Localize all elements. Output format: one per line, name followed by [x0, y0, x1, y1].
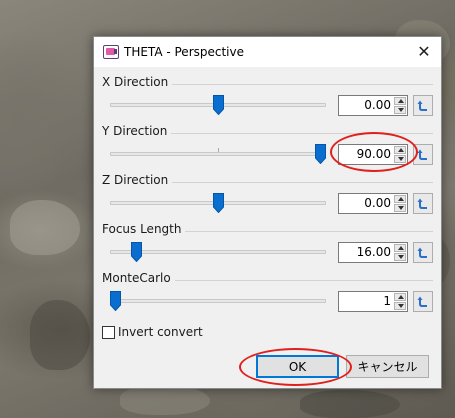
- invert-convert-option[interactable]: Invert convert: [102, 324, 203, 340]
- reset-button[interactable]: [413, 291, 433, 312]
- background-rock: [120, 385, 210, 415]
- spin-up-icon[interactable]: [394, 195, 406, 203]
- slider-track[interactable]: [110, 152, 326, 156]
- perspective-dialog: THETA - Perspective ✕ X Direction 0.00 Y D…: [93, 36, 442, 389]
- param-label: MonteCarlo: [102, 271, 175, 285]
- group-x-direction: X Direction: [102, 75, 433, 89]
- group-montecarlo: MonteCarlo: [102, 271, 433, 285]
- spin-up-icon[interactable]: [394, 293, 406, 301]
- reset-arrow-icon: [417, 198, 427, 209]
- slider-focus-length[interactable]: [110, 242, 326, 262]
- spin-buttons: [394, 293, 406, 310]
- spin-up-icon[interactable]: [394, 97, 406, 105]
- invert-convert-checkbox[interactable]: [102, 325, 115, 339]
- spin-down-icon[interactable]: [394, 155, 406, 163]
- reset-button[interactable]: [413, 144, 433, 165]
- value-field[interactable]: 0.00: [364, 98, 391, 112]
- spin-buttons: [394, 244, 406, 261]
- slider-track[interactable]: [110, 250, 326, 254]
- spin-down-icon[interactable]: [394, 106, 406, 114]
- spin-up-icon[interactable]: [394, 244, 406, 252]
- slider-thumb[interactable]: [213, 193, 224, 213]
- reset-button[interactable]: [413, 242, 433, 263]
- invert-convert-label: Invert convert: [118, 325, 203, 339]
- reset-button[interactable]: [413, 193, 433, 214]
- spin-buttons: [394, 146, 406, 163]
- title-bar[interactable]: THETA - Perspective ✕: [94, 37, 441, 67]
- group-z-direction: Z Direction: [102, 173, 433, 187]
- slider-thumb[interactable]: [131, 242, 142, 262]
- slider-center-tick: [218, 148, 219, 152]
- group-y-direction: Y Direction: [102, 124, 433, 138]
- slider-z-direction[interactable]: [110, 193, 326, 213]
- value-field[interactable]: 1: [383, 294, 391, 308]
- slider-track[interactable]: [110, 299, 326, 303]
- slider-x-direction[interactable]: [110, 95, 326, 115]
- window-title: THETA - Perspective: [124, 45, 244, 59]
- spin-down-icon[interactable]: [394, 302, 406, 310]
- group-focus-length: Focus Length: [102, 222, 433, 236]
- cancel-button[interactable]: キャンセル: [346, 355, 429, 378]
- ok-button[interactable]: OK: [256, 355, 339, 378]
- param-label: Y Direction: [102, 124, 172, 138]
- value-field[interactable]: 0.00: [364, 196, 391, 210]
- spin-down-icon[interactable]: [394, 204, 406, 212]
- param-label: Z Direction: [102, 173, 173, 187]
- value-spinbox[interactable]: 1: [338, 291, 408, 312]
- background-rock: [30, 300, 90, 370]
- value-spinbox[interactable]: 90.00: [338, 144, 408, 165]
- param-label: X Direction: [102, 75, 173, 89]
- spin-buttons: [394, 97, 406, 114]
- spin-up-icon[interactable]: [394, 146, 406, 154]
- slider-thumb[interactable]: [315, 144, 326, 164]
- value-spinbox[interactable]: 0.00: [338, 95, 408, 116]
- param-label: Focus Length: [102, 222, 186, 236]
- slider-montecarlo[interactable]: [110, 291, 326, 311]
- slider-thumb[interactable]: [110, 291, 121, 311]
- slider-thumb[interactable]: [213, 95, 224, 115]
- close-icon[interactable]: ✕: [413, 42, 435, 62]
- reset-arrow-icon: [417, 100, 427, 111]
- reset-arrow-icon: [417, 247, 427, 258]
- theta-app-icon: [103, 45, 119, 59]
- background-rock: [300, 390, 400, 418]
- value-spinbox[interactable]: 16.00: [338, 242, 408, 263]
- slider-y-direction[interactable]: [110, 144, 326, 164]
- background-rock: [10, 200, 80, 255]
- spin-down-icon[interactable]: [394, 253, 406, 261]
- value-field[interactable]: 90.00: [357, 147, 391, 161]
- value-field[interactable]: 16.00: [357, 245, 391, 259]
- reset-arrow-icon: [417, 296, 427, 307]
- reset-button[interactable]: [413, 95, 433, 116]
- spin-buttons: [394, 195, 406, 212]
- reset-arrow-icon: [417, 149, 427, 160]
- value-spinbox[interactable]: 0.00: [338, 193, 408, 214]
